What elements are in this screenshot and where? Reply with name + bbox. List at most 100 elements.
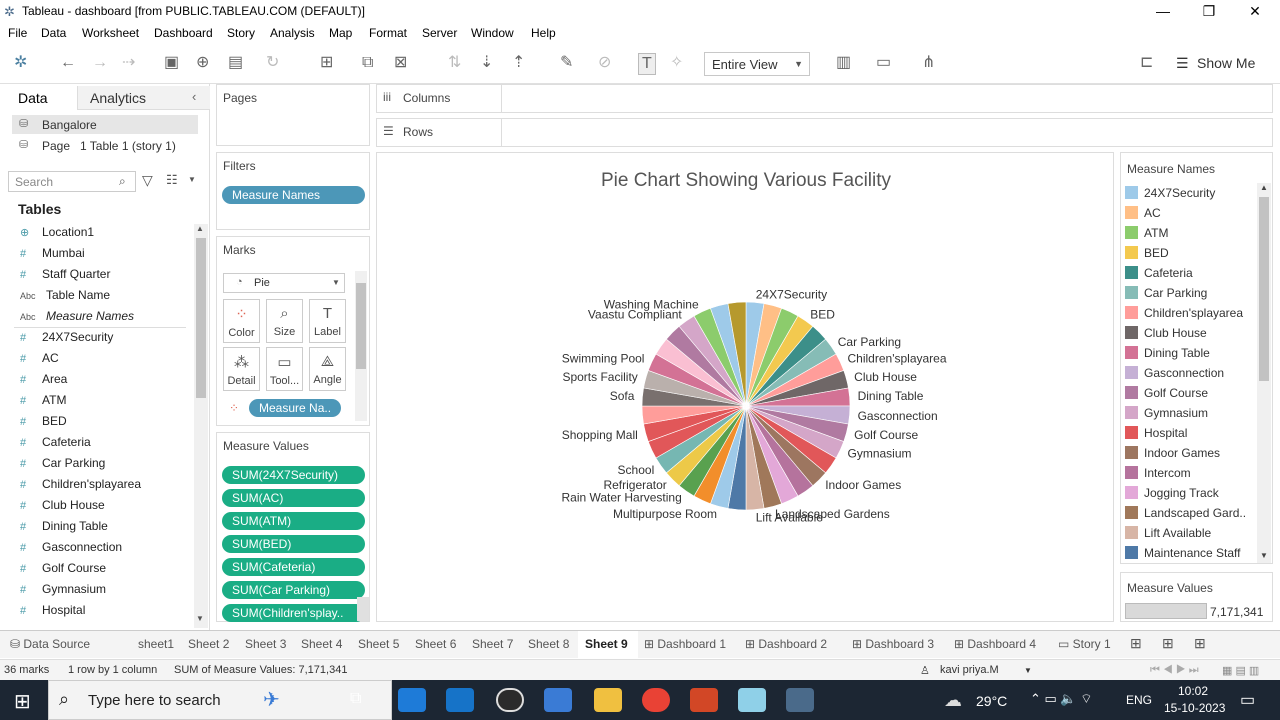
field-item[interactable]: # Gasconnection xyxy=(20,538,122,556)
menu-format[interactable]: Format xyxy=(369,26,407,40)
search-input[interactable]: Search ⌕ xyxy=(8,171,136,192)
legend-scrollbar[interactable]: ▲ ▼ xyxy=(1257,183,1271,563)
edge-icon[interactable] xyxy=(398,688,426,712)
store-icon[interactable] xyxy=(544,688,572,712)
field-item[interactable]: ⊕ Location1 xyxy=(20,223,94,241)
tab-dashboard-1[interactable]: ⊞ Dashboard 1 xyxy=(644,637,726,651)
group-icon[interactable]: ⊘ xyxy=(598,53,611,73)
tab-dashboard-3[interactable]: ⊞ Dashboard 3 xyxy=(852,637,934,651)
fix-axes-icon[interactable]: ✧ xyxy=(670,53,683,73)
filters-shelf[interactable]: Filters Measure Names xyxy=(216,152,370,230)
language[interactable]: ENG xyxy=(1126,693,1152,707)
tab-sheet-2[interactable]: Sheet 2 xyxy=(188,637,229,651)
close-icon[interactable]: ✕ xyxy=(1232,0,1278,22)
undo-icon[interactable]: ← xyxy=(60,53,76,73)
tab-sheet-3[interactable]: Sheet 3 xyxy=(245,637,286,651)
restore-icon[interactable]: ❐ xyxy=(1186,0,1232,22)
show-labels-icon[interactable]: T xyxy=(638,53,656,75)
list-view-icon[interactable]: ☷ xyxy=(166,172,178,188)
mark-label-button[interactable]: T Label xyxy=(309,299,346,343)
presentation-icon[interactable]: ▭ xyxy=(876,53,891,73)
cards-icon[interactable]: ▥ xyxy=(836,53,851,73)
duplicate-icon[interactable]: ⧉ xyxy=(362,53,373,73)
minimize-icon[interactable]: — xyxy=(1140,0,1186,22)
grid-view-icon[interactable]: ▦ ▤ ▥ xyxy=(1222,664,1259,677)
legend-item[interactable]: Hospital xyxy=(1125,424,1187,442)
marks-pill-measure-names[interactable]: Measure Na.. xyxy=(249,399,341,417)
show-me-button[interactable]: Show Me xyxy=(1197,55,1255,71)
new-datasource-icon[interactable]: ⊕ xyxy=(196,53,209,73)
sort-descending-icon[interactable]: ⇡ xyxy=(512,53,525,73)
measure-pill[interactable]: SUM(Children'splay.. xyxy=(222,604,365,622)
replay-icon[interactable]: ⇢ xyxy=(122,53,135,73)
legend-item[interactable]: Gymnasium xyxy=(1125,404,1208,422)
new-worksheet-icon[interactable]: ⊞ xyxy=(1130,635,1142,652)
pause-updates-icon[interactable]: ▤ xyxy=(228,53,243,73)
app-icon[interactable] xyxy=(690,688,718,712)
datasource-bangalore[interactable]: ⛁ Bangalore xyxy=(12,115,198,134)
legend-item[interactable]: Children'splayarea xyxy=(1125,304,1243,322)
tab-sheet-4[interactable]: Sheet 4 xyxy=(301,637,342,651)
measure-pill[interactable]: SUM(AC) xyxy=(222,489,365,507)
field-item[interactable]: # Mumbai xyxy=(20,244,85,262)
refresh-icon[interactable]: ↻ xyxy=(266,53,279,73)
menu-story[interactable]: Story xyxy=(227,26,255,40)
field-item[interactable]: # Dining Table xyxy=(20,517,108,535)
field-item[interactable]: # Golf Course xyxy=(20,559,106,577)
highlight-icon[interactable]: ✎ xyxy=(560,53,573,73)
menu-help[interactable]: Help xyxy=(531,26,556,40)
field-item[interactable]: # BED xyxy=(20,412,67,430)
menu-data[interactable]: Data xyxy=(41,26,66,40)
new-dashboard-icon[interactable]: ⊞ xyxy=(1162,635,1174,652)
new-worksheet-icon[interactable]: ⊞ xyxy=(320,53,333,73)
chrome-icon[interactable] xyxy=(642,688,670,712)
field-item[interactable]: # Staff Quarter xyxy=(20,265,110,283)
collapse-icon[interactable]: ‹ xyxy=(192,89,196,104)
legend-item[interactable]: Lift Available xyxy=(1125,524,1211,542)
file-explorer-icon[interactable] xyxy=(594,688,622,712)
nav-first-icon[interactable]: ⏮ ◀ ▶ ⏭ xyxy=(1150,664,1199,677)
menu-file[interactable]: File xyxy=(8,26,27,40)
field-item[interactable]: # Gymnasium xyxy=(20,580,106,598)
tab-dashboard-2[interactable]: ⊞ Dashboard 2 xyxy=(745,637,827,651)
tableau-home-icon[interactable]: ✲ xyxy=(14,53,27,73)
save-icon[interactable]: ▣ xyxy=(164,53,179,73)
measure-scrollbar[interactable] xyxy=(357,597,369,621)
datasource-page[interactable]: ⛁ Page 1 Table 1 (story 1) xyxy=(12,136,198,155)
legend-item[interactable]: Intercom xyxy=(1125,464,1191,482)
filter-icon[interactable]: ▽ xyxy=(142,172,153,189)
legend-item[interactable]: Club House xyxy=(1125,324,1207,342)
tray-icons[interactable]: ⌃ ▭ 🔈 ⌔ xyxy=(1030,691,1092,707)
legend-item[interactable]: AC xyxy=(1125,204,1161,222)
legend-item[interactable]: Car Parking xyxy=(1125,284,1207,302)
menu-map[interactable]: Map xyxy=(329,26,352,40)
task-view-icon[interactable]: ⧉ xyxy=(350,690,361,708)
share-icon[interactable]: ⋔ xyxy=(922,53,935,73)
status-user[interactable]: kavi priya.M xyxy=(940,664,999,676)
show-me-icon[interactable]: ☰ xyxy=(1176,53,1189,73)
menu-dashboard[interactable]: Dashboard xyxy=(154,26,213,40)
mark-angle-button[interactable]: ⟁ Angle xyxy=(309,347,346,391)
clock-date[interactable]: 15-10-2023 xyxy=(1164,701,1225,715)
mark-detail-button[interactable]: ⁂ Detail xyxy=(223,347,260,391)
measure-pill[interactable]: SUM(ATM) xyxy=(222,512,365,530)
tooltip-icon[interactable]: ⊏ xyxy=(1140,53,1153,73)
filter-pill-measure-names[interactable]: Measure Names xyxy=(222,186,365,204)
fields-scrollbar[interactable]: ▲ ▼ xyxy=(194,224,208,628)
legend-item[interactable]: Cafeteria xyxy=(1125,264,1193,282)
tab-dashboard-4[interactable]: ⊞ Dashboard 4 xyxy=(954,637,1036,651)
mail-icon[interactable] xyxy=(446,688,474,712)
menu-analysis[interactable]: Analysis xyxy=(270,26,315,40)
measure-pill[interactable]: SUM(Car Parking) xyxy=(222,581,365,599)
windows-start-icon[interactable]: ⊞ xyxy=(14,689,31,714)
redo-icon[interactable]: → xyxy=(92,53,108,73)
menu-server[interactable]: Server xyxy=(422,26,457,40)
field-item[interactable]: # Cafeteria xyxy=(20,433,91,451)
legend-item[interactable]: Indoor Games xyxy=(1125,444,1220,462)
legend-item[interactable]: 24X7Security xyxy=(1125,184,1215,202)
tab-story-1[interactable]: ▭ Story 1 xyxy=(1058,637,1111,651)
notes-icon[interactable] xyxy=(738,688,766,712)
chevron-down-icon[interactable]: ▼ xyxy=(188,175,196,184)
tab-analytics[interactable]: Analytics ‹ xyxy=(78,86,210,110)
legend-item[interactable]: Golf Course xyxy=(1125,384,1208,402)
